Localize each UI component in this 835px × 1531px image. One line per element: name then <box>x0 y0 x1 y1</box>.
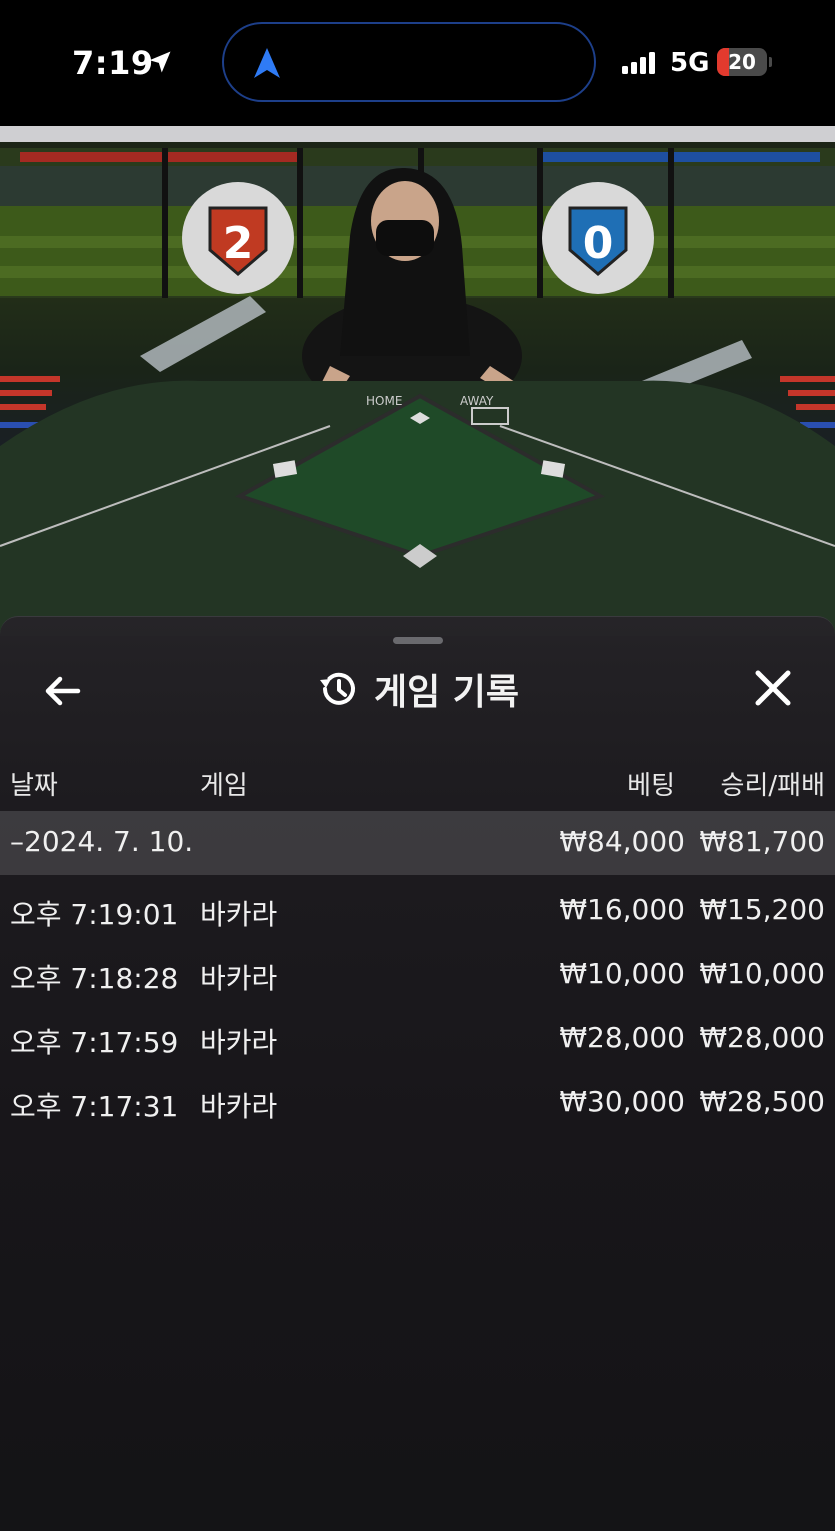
location-arrow-icon <box>149 51 171 73</box>
date-group-row[interactable]: –2024. 7. 10. ₩84,000 ₩81,700 <box>0 811 835 875</box>
row-bet: ₩10,000 <box>559 957 685 990</box>
network-type: 5G <box>670 48 710 78</box>
home-score: 2 <box>223 218 254 269</box>
row-game: 바카라 <box>200 1090 278 1123</box>
sheet-grabber[interactable] <box>393 637 443 644</box>
dynamic-island[interactable] <box>222 22 596 102</box>
row-game: 바카라 <box>200 1026 278 1059</box>
row-bet: ₩16,000 <box>559 893 685 926</box>
game-history-sheet: 게임 기록 날짜 게임 베팅 승리/패배 –2024. 7. 10. ₩84,0… <box>0 616 835 1531</box>
row-time: 오후 7:19:01 <box>10 898 179 931</box>
cellular-signal-icon <box>622 52 655 74</box>
navigation-arrow-icon <box>254 48 280 78</box>
table-row[interactable]: 오후 7:17:31 바카라 ₩30,000 ₩28,500 <box>0 1071 835 1135</box>
away-label: AWAY <box>460 394 494 408</box>
table-row[interactable]: 오후 7:18:28 바카라 ₩10,000 ₩10,000 <box>0 943 835 1007</box>
sheet-title: 게임 기록 <box>373 672 519 713</box>
date-group-bet: ₩84,000 <box>559 825 685 858</box>
date-group-win-loss: ₩81,700 <box>699 825 825 858</box>
row-win-loss: ₩28,500 <box>699 1085 825 1118</box>
battery-icon: 20 <box>717 48 767 76</box>
table-row[interactable]: 오후 7:19:01 바카라 ₩16,000 ₩15,200 <box>0 879 835 943</box>
studio-scene: 2 0 HOME AWAY <box>0 126 835 636</box>
home-label: HOME <box>366 394 402 408</box>
row-time: 오후 7:17:31 <box>10 1090 179 1123</box>
table-row[interactable]: 오후 7:17:59 바카라 ₩28,000 ₩28,000 <box>0 1007 835 1071</box>
close-button[interactable] <box>752 667 794 709</box>
date-group-label: –2024. 7. 10. <box>10 825 194 858</box>
row-win-loss: ₩15,200 <box>699 893 825 926</box>
column-header-bet: 베팅 <box>627 771 675 801</box>
battery-level: 20 <box>728 50 756 74</box>
row-time: 오후 7:17:59 <box>10 1026 179 1059</box>
row-game: 바카라 <box>200 898 278 931</box>
status-bar: 7:19 5G 20 <box>0 0 835 126</box>
column-header-game: 게임 <box>200 771 248 801</box>
row-win-loss: ₩28,000 <box>699 1021 825 1054</box>
row-bet: ₩28,000 <box>559 1021 685 1054</box>
row-win-loss: ₩10,000 <box>699 957 825 990</box>
row-time: 오후 7:18:28 <box>10 962 179 995</box>
battery-cap <box>769 57 772 67</box>
row-bet: ₩30,000 <box>559 1085 685 1118</box>
sheet-header: 게임 기록 <box>0 661 835 717</box>
away-score: 0 <box>583 218 614 269</box>
status-time: 7:19 <box>72 44 154 82</box>
row-game: 바카라 <box>200 962 278 995</box>
column-header-win-loss: 승리/패배 <box>720 771 825 801</box>
history-icon <box>319 672 355 705</box>
live-video-stream[interactable]: 2 0 HOME AWAY <box>0 126 835 636</box>
column-header-date: 날짜 <box>10 771 58 801</box>
